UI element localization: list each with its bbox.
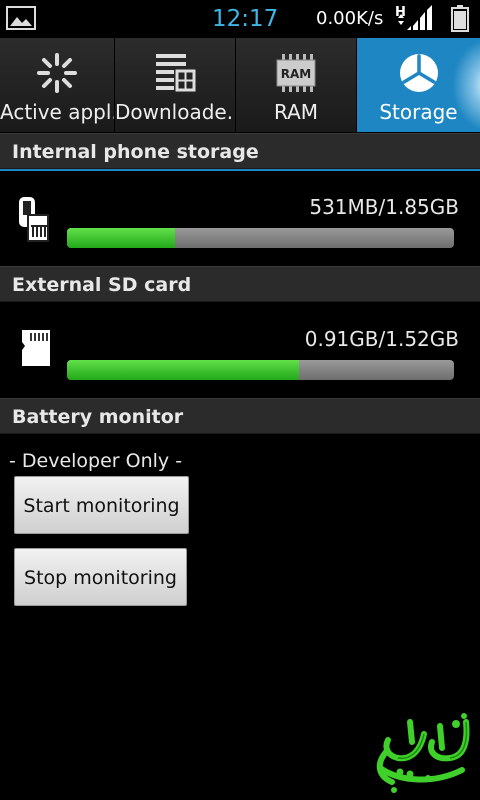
section-title: External SD card <box>12 274 192 296</box>
signal-icon: H <box>395 5 432 30</box>
start-monitoring-button[interactable]: Start monitoring <box>14 476 189 534</box>
net-speed: 0.00K/s <box>316 8 384 29</box>
internal-storage-value: 531MB/1.85GB <box>309 195 459 219</box>
tab-label: RAM <box>273 100 319 124</box>
internal-storage-bar-fill <box>67 228 176 248</box>
sd-card-icon <box>22 330 50 366</box>
internal-storage-bar <box>67 228 454 248</box>
external-storage-bar <box>67 360 454 380</box>
tab-label: Active appl.. <box>0 100 115 124</box>
status-bar: 12:17 0.00K/s H <box>0 0 480 38</box>
external-storage-header: External SD card <box>0 266 480 302</box>
battery-icon <box>451 5 469 32</box>
battery-monitor-header: Battery monitor <box>0 398 480 434</box>
phone-memory-icon <box>19 197 49 242</box>
ram-chip-text: RAM <box>281 67 311 81</box>
tab-downloaded[interactable]: Downloade.. <box>115 38 236 132</box>
gallery-icon <box>6 6 36 30</box>
external-storage-bar-fill <box>67 360 300 380</box>
screen: 12:17 0.00K/s H Active appl.. Downloade.… <box>0 0 480 800</box>
internal-storage-header: Internal phone storage <box>0 133 480 169</box>
tab-ram[interactable]: RAM RAM <box>236 38 357 132</box>
clock: 12:17 <box>212 6 279 32</box>
watermark-logo <box>376 713 470 793</box>
tab-storage[interactable]: Storage <box>357 38 480 132</box>
downloaded-apps-icon <box>156 54 196 92</box>
external-storage-value: 0.91GB/1.52GB <box>304 327 459 351</box>
ram-chip-icon: RAM <box>276 54 316 92</box>
stop-monitoring-button[interactable]: Stop monitoring <box>14 548 187 606</box>
tab-active-applications[interactable]: Active appl.. <box>0 38 115 132</box>
loading-spinner-icon <box>37 53 77 93</box>
section-title: Internal phone storage <box>12 141 259 163</box>
tab-glow <box>452 38 480 132</box>
tab-bar: Active appl.. Downloade.. RAM RAM Storag… <box>0 38 480 171</box>
tab-label: Downloade.. <box>115 100 236 124</box>
developer-only-note: - Developer Only - <box>9 450 183 472</box>
pie-chart-icon <box>399 54 438 92</box>
section-title: Battery monitor <box>12 406 184 428</box>
